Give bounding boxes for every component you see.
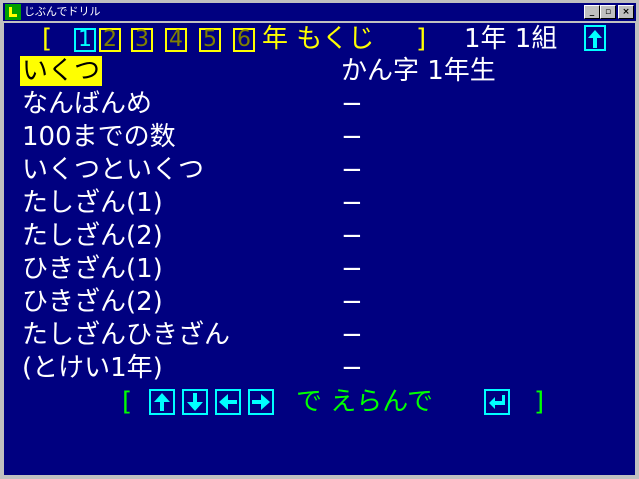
nav-left-button xyxy=(215,389,241,415)
menu-item-7[interactable]: ひきざん(2) xyxy=(22,287,163,317)
grade-label: 6 xyxy=(237,27,251,52)
maximize-button[interactable]: ▫ xyxy=(600,5,616,19)
class-up-button[interactable] xyxy=(584,25,606,51)
menu-item-1[interactable]: なんばんめ xyxy=(22,89,152,119)
footer-close-bracket: ] xyxy=(534,387,545,417)
menu-item-8[interactable]: たしざんひきざん xyxy=(22,320,230,350)
title-bar[interactable]: じぶんでドリル _ ▫ × xyxy=(3,3,636,21)
menu-value-3: − xyxy=(341,155,363,185)
restore-icon: ▫ xyxy=(604,7,612,17)
header-open-bracket: [ xyxy=(42,24,53,54)
grade-6-button[interactable]: 6 xyxy=(233,28,255,52)
minimize-icon: _ xyxy=(589,7,595,17)
menu-item-2[interactable]: 100までの数 xyxy=(22,122,176,152)
close-icon: × xyxy=(622,7,630,17)
app-icon[interactable] xyxy=(5,4,21,20)
close-button[interactable]: × xyxy=(618,5,634,19)
up-arrow-icon xyxy=(154,393,170,411)
grade-1-button[interactable]: 1 xyxy=(74,28,96,52)
grade-2-button[interactable]: 2 xyxy=(99,28,121,52)
footer-open-bracket: [ xyxy=(122,387,133,417)
window-title: じぶんでドリル xyxy=(24,5,101,18)
enter-icon xyxy=(489,395,505,409)
grade-label: 4 xyxy=(169,27,183,52)
menu-value-6: − xyxy=(341,254,363,284)
nav-up-button xyxy=(149,389,175,415)
grade-4-button[interactable]: 4 xyxy=(165,28,187,52)
menu-value-4: − xyxy=(341,188,363,218)
class-label: 1年 1組 xyxy=(464,24,558,54)
footer-instruction: で えらんで xyxy=(296,387,433,417)
menu-item-0[interactable]: いくつ xyxy=(20,56,103,86)
menu-value-2: − xyxy=(341,122,363,152)
menu-value-5: − xyxy=(341,221,363,251)
right-arrow-icon xyxy=(252,394,270,410)
menu-item-9[interactable]: (とけい1年) xyxy=(22,353,163,383)
grade-label: 5 xyxy=(203,27,217,52)
menu-item-3[interactable]: いくつといくつ xyxy=(22,155,204,185)
nav-down-button xyxy=(182,389,208,415)
minimize-button[interactable]: _ xyxy=(584,5,600,19)
down-arrow-icon xyxy=(187,393,203,411)
grade-5-button[interactable]: 5 xyxy=(199,28,221,52)
grade-label: 1 xyxy=(78,27,92,52)
menu-value-9: − xyxy=(341,353,363,383)
left-arrow-icon xyxy=(219,394,237,410)
nav-right-button xyxy=(248,389,274,415)
app-window: じぶんでドリル _ ▫ × [ 1 2 3 4 5 6 年 もくじ ] 1年 1… xyxy=(0,0,639,479)
enter-key-indicator xyxy=(484,389,510,415)
menu-value-0: かん字 1年生 xyxy=(341,56,496,86)
menu-item-6[interactable]: ひきざん(1) xyxy=(22,254,163,284)
menu-item-4[interactable]: たしざん(1) xyxy=(22,188,163,218)
menu-value-7: − xyxy=(341,287,363,317)
menu-value-1: − xyxy=(341,89,363,119)
header-close-bracket: ] xyxy=(416,24,427,54)
grade-3-button[interactable]: 3 xyxy=(131,28,153,52)
up-arrow-icon xyxy=(588,30,602,48)
grade-label: 3 xyxy=(135,27,149,52)
menu-item-5[interactable]: たしざん(2) xyxy=(22,221,163,251)
menu-value-8: − xyxy=(341,320,363,350)
drill-screen: [ 1 2 3 4 5 6 年 もくじ ] 1年 1組 いくつ かん字 1年生 … xyxy=(4,23,635,475)
header-title: 年 もくじ xyxy=(262,24,375,54)
grade-label: 2 xyxy=(103,27,117,52)
